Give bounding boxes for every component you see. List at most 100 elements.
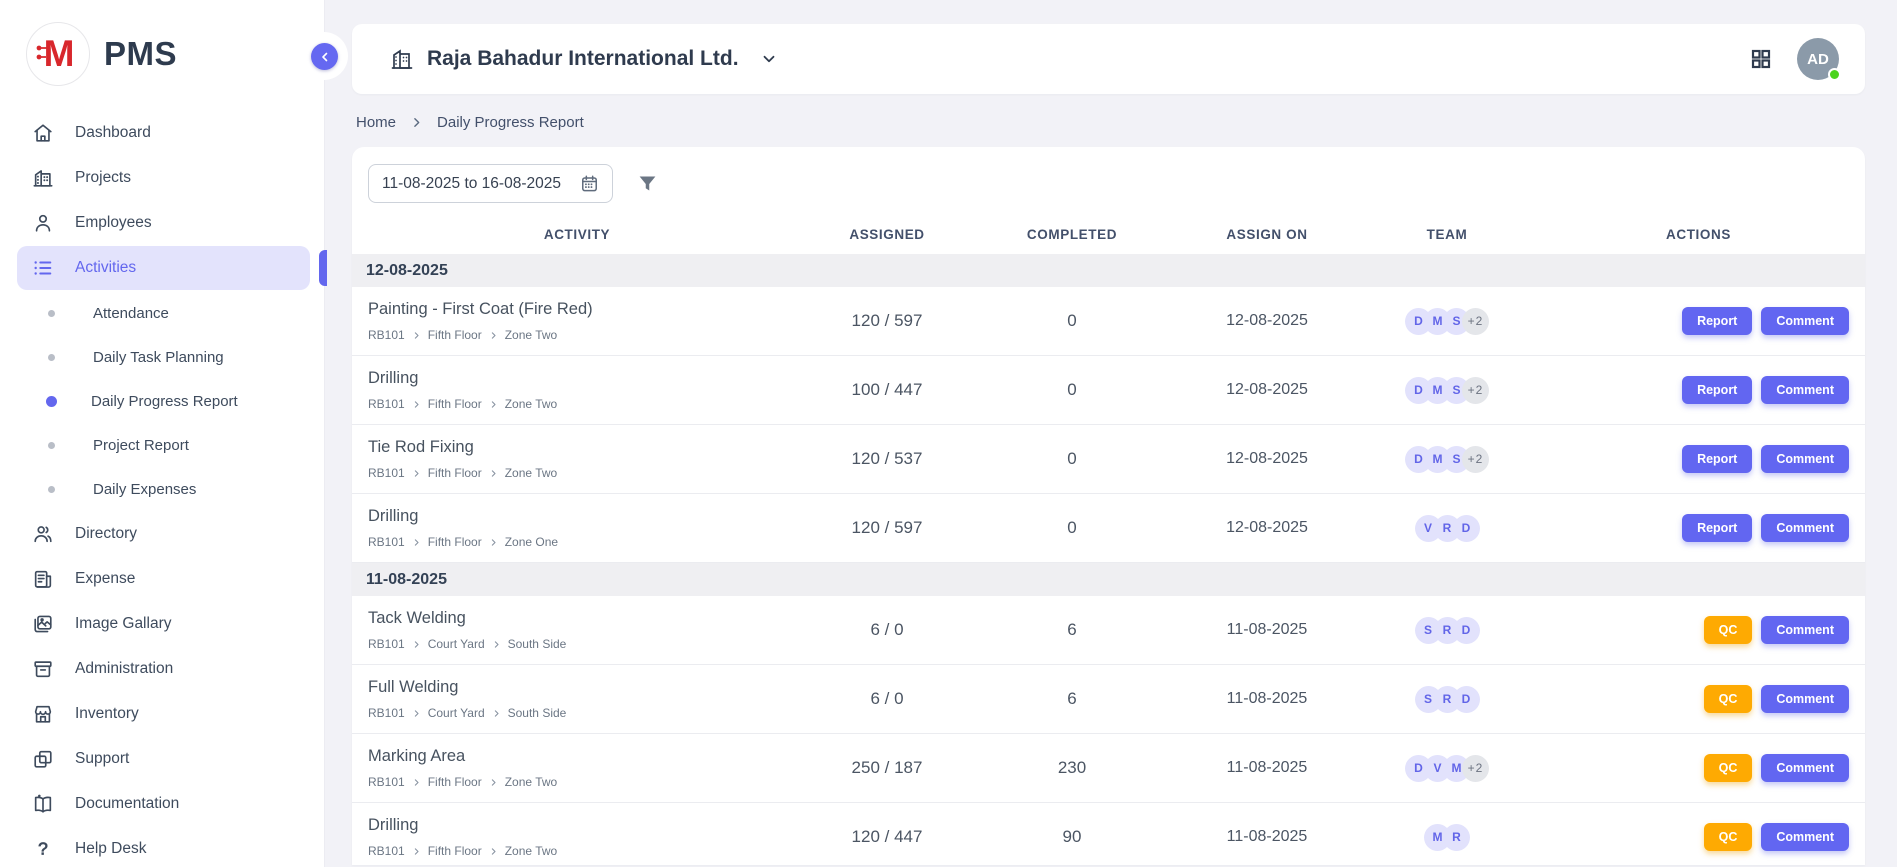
breadcrumb: Home Daily Progress Report (352, 94, 1865, 147)
assigned-value: 120 / 447 (802, 827, 972, 847)
sidebar-item-dashboard[interactable]: Dashboard (17, 111, 310, 155)
comment-button[interactable]: Comment (1761, 376, 1849, 404)
company-selector[interactable]: Raja Bahadur International Ltd. (390, 47, 778, 71)
team-more-badge[interactable]: +2 (1462, 377, 1489, 404)
table-row: Tie Rod FixingRB101Fifth FloorZone Two12… (352, 425, 1865, 494)
comment-button[interactable]: Comment (1761, 823, 1849, 851)
comment-button[interactable]: Comment (1761, 754, 1849, 782)
sidebar-subitem-label: Daily Progress Report (91, 393, 238, 410)
comment-button[interactable]: Comment (1761, 445, 1849, 473)
assigned-value: 120 / 537 (802, 449, 972, 469)
team-cell: SRD (1362, 686, 1532, 713)
sidebar-item-label: Administration (75, 660, 298, 678)
sidebar-subitem-daily-expenses[interactable]: Daily Expenses (0, 467, 324, 511)
column-completed: Completed (972, 227, 1172, 242)
breadcrumb-home[interactable]: Home (356, 114, 396, 131)
table-row: DrillingRB101Fifth FloorZone Two100 / 44… (352, 356, 1865, 425)
bullet-dot-icon (48, 442, 55, 449)
location-segment: RB101 (368, 844, 405, 858)
chevron-right-icon (489, 538, 498, 547)
person-icon (31, 211, 55, 235)
sidebar-subitem-label: Daily Task Planning (93, 349, 224, 366)
bullet-dot-icon (48, 310, 55, 317)
team-member-avatar: D (1453, 617, 1480, 644)
building-icon (390, 47, 414, 71)
actions-cell: Report Comment (1532, 307, 1865, 335)
date-range-picker[interactable] (368, 164, 613, 203)
qc-button[interactable]: QC (1704, 754, 1753, 782)
filter-icon[interactable] (637, 173, 658, 194)
completed-value: 0 (972, 518, 1172, 538)
activity-location: RB101Fifth FloorZone Two (368, 397, 802, 411)
activity-location: RB101Fifth FloorZone Two (368, 775, 802, 789)
sidebar-item-projects[interactable]: Projects (17, 156, 310, 200)
sidebar-collapse-button[interactable] (311, 43, 338, 70)
sidebar-item-label: Employees (75, 214, 298, 232)
column-assign-on: Assign On (1172, 227, 1362, 242)
comment-button[interactable]: Comment (1761, 514, 1849, 542)
help-icon: ?? (31, 837, 55, 861)
sidebar-item-documentation[interactable]: Documentation (17, 782, 310, 826)
team-cell: DVM+2 (1362, 755, 1532, 782)
sidebar-item-administration[interactable]: Administration (17, 647, 310, 691)
location-segment: South Side (508, 706, 567, 720)
archive-icon (31, 657, 55, 681)
sidebar-subitem-label: Daily Expenses (93, 481, 196, 498)
comment-button[interactable]: Comment (1761, 685, 1849, 713)
sidebar-item-activities[interactable]: Activities (17, 246, 310, 290)
logo: M PMS (0, 0, 324, 102)
comment-button[interactable]: Comment (1761, 307, 1849, 335)
sidebar-item-label: Expense (75, 570, 298, 588)
sidebar-subitem-project-report[interactable]: Project Report (0, 423, 324, 467)
sidebar-item-expense[interactable]: Expense (17, 557, 310, 601)
calendar-icon[interactable] (580, 174, 599, 193)
sidebar-subitem-daily-progress-report[interactable]: Daily Progress Report (0, 379, 324, 423)
sidebar-item-image-gallary[interactable]: Image Gallary (17, 602, 310, 646)
sidebar-item-directory[interactable]: Directory (17, 512, 310, 556)
location-segment: Zone Two (505, 397, 557, 411)
sidebar-item-label: Directory (75, 525, 298, 543)
topbar-right: AD (1749, 38, 1839, 80)
team-cell: VRD (1362, 515, 1532, 542)
chevron-right-icon (412, 538, 421, 547)
sidebar: M PMS DashboardProjects Employees Activiti… (0, 0, 324, 867)
sidebar-subitem-attendance[interactable]: Attendance (0, 291, 324, 335)
sidebar-item-help-desk[interactable]: ??Help Desk (17, 827, 310, 867)
sidebar-subitem-daily-task-planning[interactable]: Daily Task Planning (0, 335, 324, 379)
activity-title: Drilling (368, 369, 802, 388)
team-more-badge[interactable]: +2 (1462, 755, 1489, 782)
assign-on-value: 12-08-2025 (1172, 519, 1362, 537)
comment-button[interactable]: Comment (1761, 616, 1849, 644)
team-member-avatar: D (1453, 515, 1480, 542)
report-button[interactable]: Report (1682, 514, 1752, 542)
assigned-value: 6 / 0 (802, 620, 972, 640)
location-segment: Court Yard (428, 706, 485, 720)
active-indicator (319, 250, 327, 286)
report-button[interactable]: Report (1682, 376, 1752, 404)
table-body: 12-08-2025Painting - First Coat (Fire Re… (352, 254, 1865, 867)
sidebar-item-employees[interactable]: Employees (17, 201, 310, 245)
column-team: Team (1362, 227, 1532, 242)
sidebar-item-inventory[interactable]: Inventory (17, 692, 310, 736)
bullet-dot-icon (46, 396, 57, 407)
location-segment: RB101 (368, 775, 405, 789)
qc-button[interactable]: QC (1704, 685, 1753, 713)
activity-title: Marking Area (368, 747, 802, 766)
location-segment: Fifth Floor (428, 535, 482, 549)
report-button[interactable]: Report (1682, 307, 1752, 335)
apps-grid-icon[interactable] (1749, 47, 1773, 71)
report-button[interactable]: Report (1682, 445, 1752, 473)
user-menu[interactable]: AD (1797, 38, 1839, 80)
activity-cell: Full WeldingRB101Court YardSouth Side (352, 678, 802, 720)
qc-button[interactable]: QC (1704, 616, 1753, 644)
team-more-badge[interactable]: +2 (1462, 446, 1489, 473)
sidebar-nav: DashboardProjects Employees ActivitiesAtte… (0, 102, 324, 867)
sidebar-item-support[interactable]: Support (17, 737, 310, 781)
date-range-input[interactable] (382, 175, 568, 193)
activity-cell: DrillingRB101Fifth FloorZone Two (352, 816, 802, 858)
chevron-right-icon (489, 778, 498, 787)
activity-title: Full Welding (368, 678, 802, 697)
qc-button[interactable]: QC (1704, 823, 1753, 851)
team-more-badge[interactable]: +2 (1462, 308, 1489, 335)
column-activity: Activity (352, 227, 802, 242)
